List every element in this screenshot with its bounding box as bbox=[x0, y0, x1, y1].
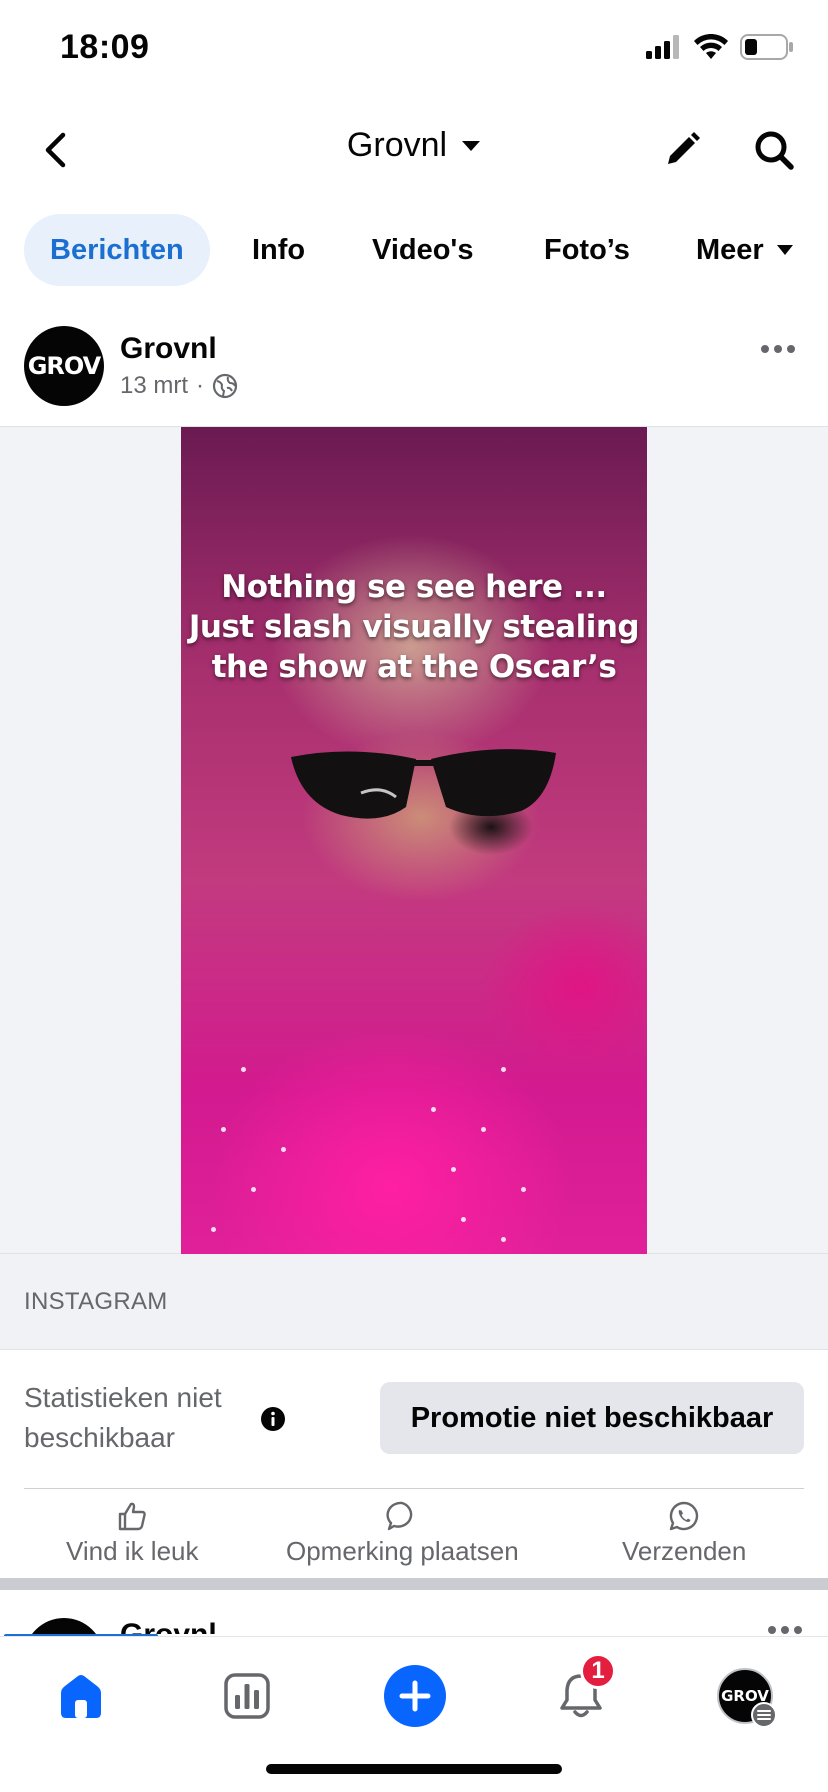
search-icon bbox=[755, 131, 794, 170]
pencil-icon bbox=[668, 132, 700, 164]
caret-down-icon bbox=[776, 245, 793, 255]
wifi-icon bbox=[694, 34, 728, 59]
post-author[interactable]: Grovnl bbox=[120, 332, 217, 366]
post-meta: 13 mrt · bbox=[120, 372, 238, 400]
tab-meer-label: Meer bbox=[696, 233, 764, 266]
home-indicator bbox=[266, 1764, 562, 1774]
create-button[interactable] bbox=[384, 1665, 446, 1727]
like-label: Vind ik leuk bbox=[66, 1536, 199, 1566]
page-title: Grovnl bbox=[346, 126, 448, 164]
nav-notifications[interactable]: 1 bbox=[546, 1653, 616, 1731]
next-post-peek: Grovnl bbox=[0, 1590, 828, 1634]
page-header: Grovnl bbox=[0, 100, 828, 200]
more-dot bbox=[768, 1626, 776, 1634]
comment-icon bbox=[386, 1501, 413, 1531]
battery-icon bbox=[740, 34, 793, 60]
menu-badge bbox=[751, 1702, 777, 1728]
status-icons bbox=[646, 34, 794, 60]
plus-icon bbox=[399, 1680, 431, 1712]
profile-avatar: GROV bbox=[717, 1668, 777, 1728]
link-source: INSTAGRAM bbox=[24, 1288, 168, 1315]
tab-videos[interactable]: Video's bbox=[372, 214, 473, 286]
tab-fotos[interactable]: Foto’s bbox=[544, 214, 630, 286]
globe-icon bbox=[212, 373, 238, 399]
feed-separator bbox=[0, 1578, 828, 1590]
nav-profile-menu[interactable]: GROV bbox=[710, 1661, 780, 1731]
caption-line: Just slash visually stealing bbox=[188, 609, 640, 645]
post-more-button[interactable] bbox=[754, 334, 802, 364]
avatar[interactable]: GROV bbox=[24, 326, 104, 406]
video-caption: Nothing se see here ... Just slash visua… bbox=[181, 567, 647, 687]
page-tabs: Berichten Info Video's Foto’s Meer bbox=[0, 214, 828, 290]
more-dot bbox=[787, 345, 795, 353]
more-dot bbox=[761, 345, 769, 353]
send-label: Verzenden bbox=[622, 1536, 747, 1566]
post-date[interactable]: 13 mrt bbox=[120, 372, 188, 400]
post-more-button[interactable] bbox=[768, 1626, 802, 1634]
avatar[interactable] bbox=[24, 1618, 104, 1634]
nav-insights[interactable] bbox=[212, 1661, 282, 1731]
tab-info[interactable]: Info bbox=[252, 214, 305, 286]
post-header: GROV Grovnl 13 mrt · bbox=[0, 324, 828, 424]
thumbs-up-icon bbox=[119, 1502, 147, 1531]
stats-text: Statistieken niet beschikbaar bbox=[24, 1382, 222, 1453]
promote-button[interactable]: Promotie niet beschikbaar bbox=[380, 1382, 804, 1454]
tab-berichten[interactable]: Berichten bbox=[24, 214, 210, 286]
post-media: Nothing se see here ... Just slash visua… bbox=[0, 426, 828, 1255]
search-button[interactable] bbox=[746, 122, 802, 178]
comment-label: Opmerking plaatsen bbox=[286, 1536, 519, 1566]
post-actions: Vind ik leuk Opmerking plaatsen Verzende… bbox=[0, 1490, 828, 1578]
status-bar: 18:09 bbox=[0, 0, 828, 100]
cellular-signal-icon bbox=[646, 35, 679, 59]
video-player[interactable]: Nothing se see here ... Just slash visua… bbox=[181, 427, 647, 1255]
nav-home[interactable] bbox=[46, 1661, 116, 1731]
status-time: 18:09 bbox=[60, 28, 150, 66]
divider bbox=[24, 1488, 804, 1489]
link-preview-bar[interactable]: INSTAGRAM bbox=[0, 1254, 828, 1350]
insights-row: Statistieken niet beschikbaar Promotie n… bbox=[0, 1350, 828, 1490]
home-icon bbox=[61, 1675, 101, 1718]
sunglasses-shape bbox=[291, 749, 556, 819]
comment-button[interactable]: Opmerking plaatsen bbox=[286, 1500, 519, 1567]
meta-separator: · bbox=[196, 372, 205, 399]
hamburger-icon bbox=[757, 1710, 771, 1720]
notification-badge: 1 bbox=[580, 1653, 616, 1689]
nav-create[interactable] bbox=[380, 1661, 450, 1731]
insights-chart-icon bbox=[224, 1673, 270, 1719]
caption-line: the show at the Oscar’s bbox=[211, 649, 617, 685]
post-author[interactable]: Grovnl bbox=[120, 1618, 217, 1634]
edit-button[interactable] bbox=[654, 122, 710, 178]
like-button[interactable]: Vind ik leuk bbox=[66, 1500, 199, 1567]
caption-line: Nothing se see here ... bbox=[221, 569, 607, 605]
send-button[interactable]: Verzenden bbox=[622, 1500, 746, 1567]
more-dot bbox=[774, 345, 782, 353]
more-dot bbox=[794, 1626, 802, 1634]
whatsapp-icon bbox=[669, 1501, 699, 1531]
more-dot bbox=[781, 1626, 789, 1634]
info-icon[interactable] bbox=[260, 1406, 286, 1432]
tab-meer[interactable]: Meer bbox=[696, 214, 794, 286]
caret-down-icon bbox=[462, 140, 481, 151]
